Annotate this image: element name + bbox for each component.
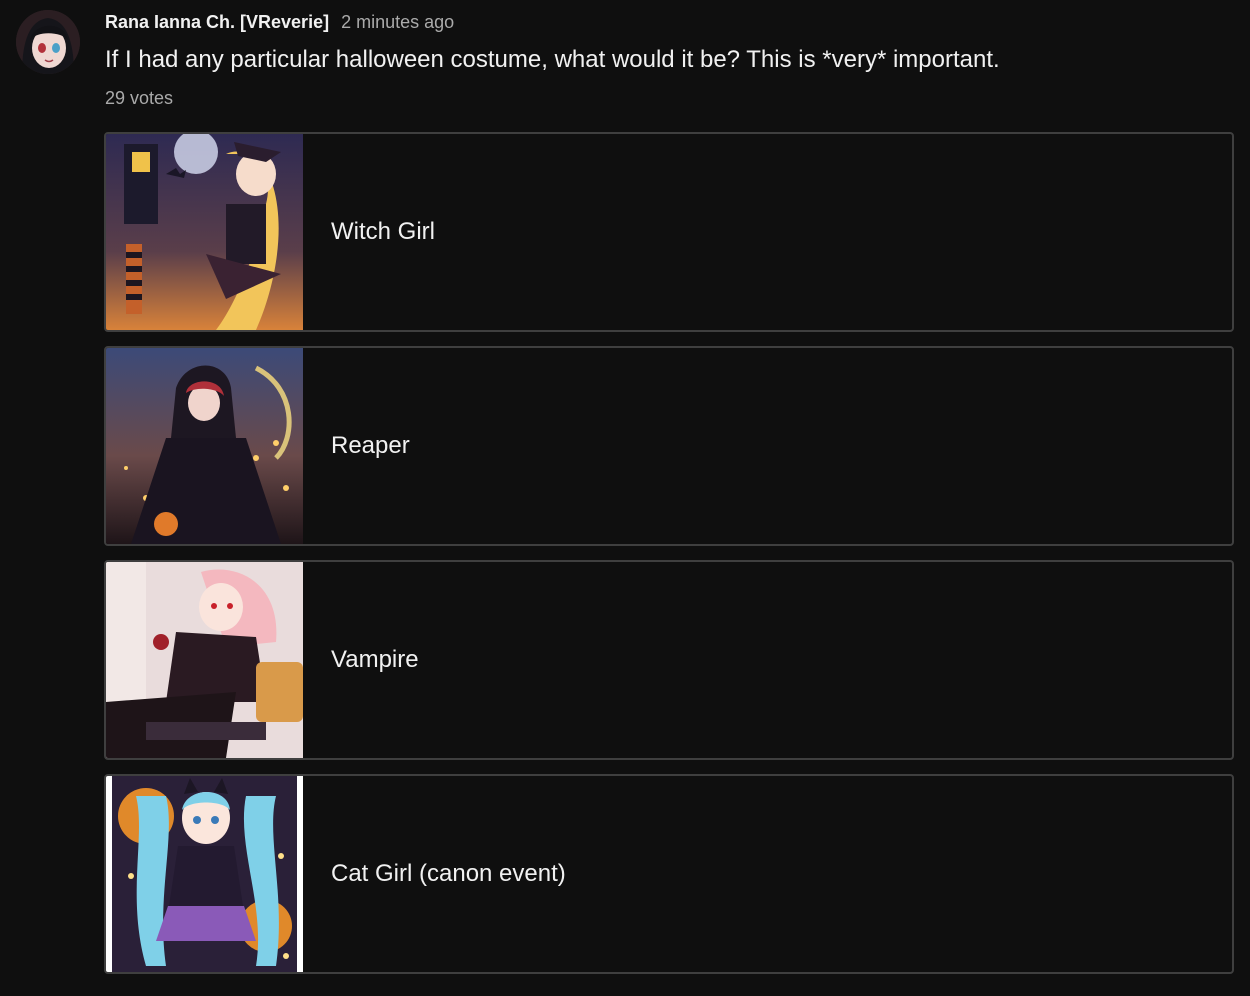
poll-option-witch-girl[interactable]: Witch Girl bbox=[104, 132, 1234, 332]
poll-option-reaper[interactable]: Reaper bbox=[104, 346, 1234, 546]
option-label: Witch Girl bbox=[331, 218, 435, 245]
poll-option-vampire[interactable]: Vampire bbox=[104, 560, 1234, 760]
community-poll-post: Rana Ianna Ch. [VReverie] 2 minutes ago … bbox=[0, 0, 1250, 996]
post-timestamp[interactable]: 2 minutes ago bbox=[341, 12, 454, 33]
option-label: Cat Girl (canon event) bbox=[331, 860, 566, 887]
option-label: Vampire bbox=[331, 646, 419, 673]
poll-question: If I had any particular halloween costum… bbox=[105, 46, 1000, 73]
reaper-illustration bbox=[106, 348, 303, 544]
option-image bbox=[106, 776, 303, 972]
author-name[interactable]: Rana Ianna Ch. [VReverie] bbox=[105, 12, 329, 33]
author-avatar[interactable] bbox=[16, 10, 80, 74]
poll-option-cat-girl[interactable]: Cat Girl (canon event) bbox=[104, 774, 1234, 974]
witch-girl-illustration bbox=[106, 134, 303, 330]
option-image bbox=[106, 348, 303, 544]
option-image bbox=[106, 562, 303, 758]
avatar-image bbox=[16, 10, 80, 74]
option-image bbox=[106, 134, 303, 330]
post-header: Rana Ianna Ch. [VReverie] 2 minutes ago bbox=[105, 12, 454, 33]
option-label: Reaper bbox=[331, 432, 410, 459]
vote-count: 29 votes bbox=[105, 88, 174, 108]
vampire-illustration bbox=[106, 562, 303, 758]
cat-girl-illustration bbox=[106, 776, 303, 972]
